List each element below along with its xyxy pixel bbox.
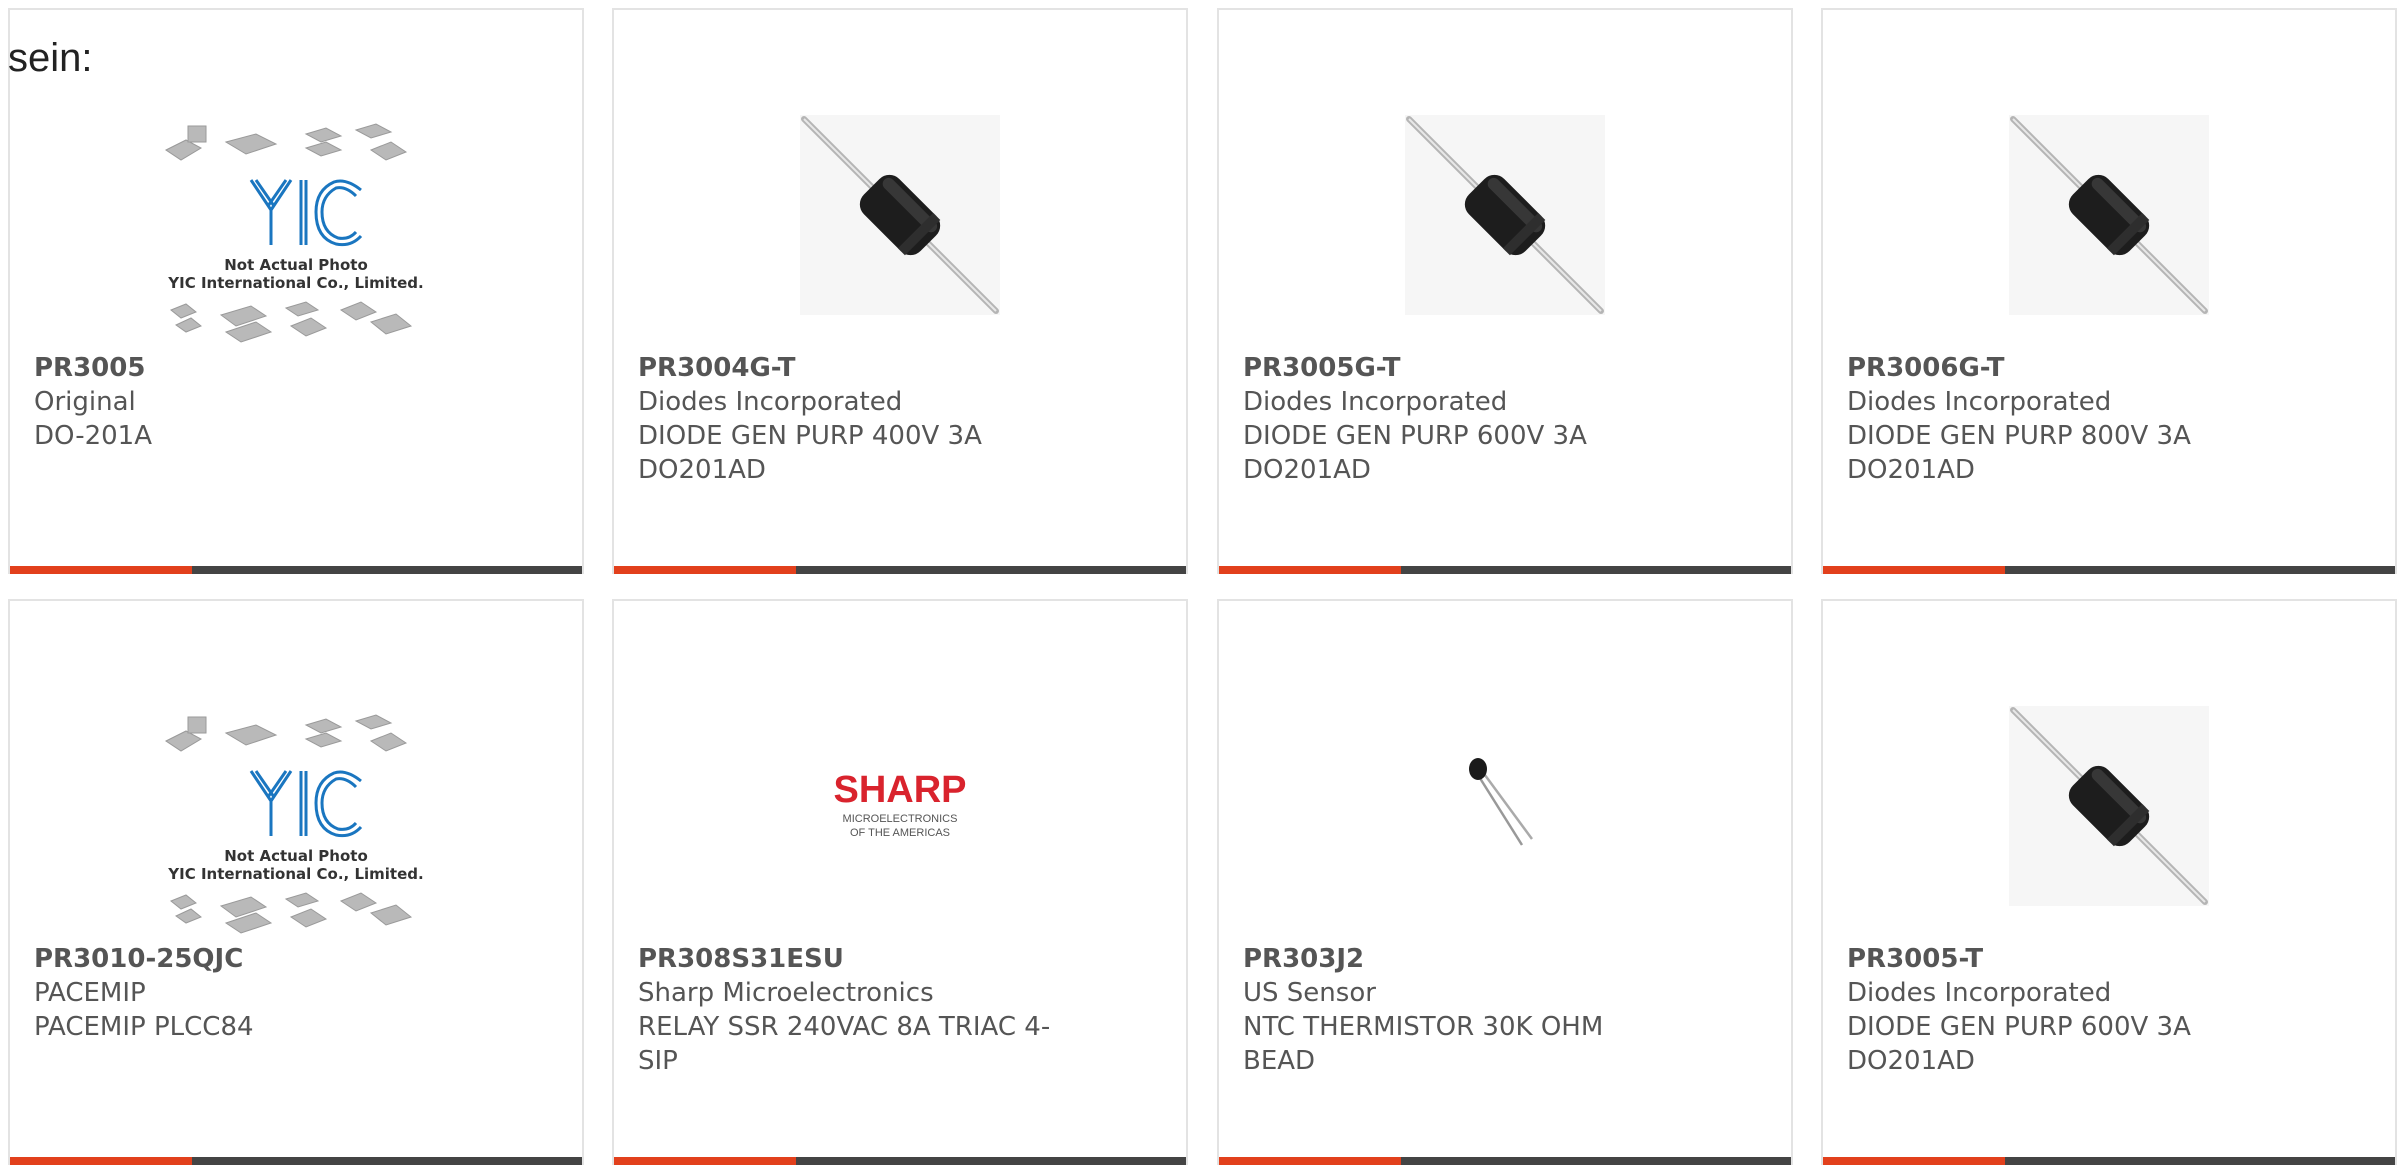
part-number[interactable]: PR303J2: [1243, 942, 1683, 976]
yic-placeholder-image: Not Actual Photo YIC International Co., …: [165, 123, 424, 343]
product-card[interactable]: PR303J2 US Sensor NTC THERMISTOR 30K OHM BE…: [1217, 599, 1793, 1165]
part-number[interactable]: PR308S31ESU: [638, 942, 1078, 976]
description: DO201AD: [638, 455, 766, 485]
product-grid: Not Actual Photo YIC International Co., …: [0, 0, 2400, 1165]
description: DO201AD: [1243, 455, 1371, 485]
description: PACEMIP PLCC84: [34, 1012, 254, 1042]
product-info: PR3005G-T Diodes Incorporated DIODE GEN PU…: [1243, 351, 1683, 487]
card-bottom-bar: [10, 566, 582, 574]
description: DIODE GEN PURP 600V 3A: [1243, 421, 1587, 451]
product-info: PR3005 Original DO-201A: [34, 351, 474, 453]
product-info: PR3005-T Diodes Incorporated DIODE GEN PUR…: [1847, 942, 2287, 1078]
card-bottom-bar: [1823, 1157, 2395, 1165]
yic-caption-1: Not Actual Photo: [224, 256, 368, 274]
description: BEAD: [1243, 1046, 1316, 1076]
axial-diode-photo: [1405, 115, 1605, 315]
card-accent-bar: [1823, 1157, 2005, 1165]
yic-caption-2: YIC International Co., Limited.: [167, 274, 423, 292]
yic-caption-1: Not Actual Photo: [224, 847, 368, 865]
axial-diode-photo: [2009, 706, 2209, 906]
manufacturer: Diodes Incorporated: [1243, 387, 1508, 417]
product-image[interactable]: Not Actual Photo YIC International Co., …: [10, 100, 582, 390]
manufacturer: Diodes Incorporated: [1847, 387, 2112, 417]
svg-text:MICROELECTRONICS: MICROELECTRONICS: [843, 813, 958, 825]
manufacturer: Sharp Microelectronics: [638, 978, 934, 1008]
part-number[interactable]: PR3006G-T: [1847, 351, 2287, 385]
description: DO-201A: [34, 421, 153, 451]
manufacturer: US Sensor: [1243, 978, 1376, 1008]
product-info: PR3006G-T Diodes Incorporated DIODE GEN PU…: [1847, 351, 2287, 487]
card-accent-bar: [10, 1157, 192, 1165]
product-card[interactable]: SHARP MICROELECTRONICS OF THE AMERICAS P…: [612, 599, 1188, 1165]
product-info: PR303J2 US Sensor NTC THERMISTOR 30K OHM BE…: [1243, 942, 1683, 1078]
axial-diode-photo: [2009, 115, 2209, 315]
card-bottom-bar: [1823, 566, 2395, 574]
card-accent-bar: [614, 1157, 796, 1165]
product-image[interactable]: [1219, 661, 1791, 951]
manufacturer: Diodes Incorporated: [638, 387, 903, 417]
svg-text:SHARP: SHARP: [833, 769, 966, 811]
card-bottom-bar: [1219, 566, 1791, 574]
card-bottom-bar: [10, 1157, 582, 1165]
intro-text: sein:: [8, 36, 93, 80]
card-accent-bar: [1219, 566, 1401, 574]
card-bottom-bar: [614, 566, 1186, 574]
description: DO201AD: [1847, 1046, 1975, 1076]
yic-caption-2: YIC International Co., Limited.: [167, 865, 423, 883]
product-info: PR308S31ESU Sharp Microelectronics RELAY S…: [638, 942, 1078, 1078]
product-card[interactable]: PR3005-T Diodes Incorporated DIODE GEN PUR…: [1821, 599, 2397, 1165]
product-image[interactable]: [1823, 70, 2395, 360]
description: DIODE GEN PURP 400V 3A: [638, 421, 982, 451]
svg-text:OF THE AMERICAS: OF THE AMERICAS: [850, 827, 950, 839]
product-image[interactable]: [614, 70, 1186, 360]
product-card[interactable]: Not Actual Photo YIC International Co., …: [8, 599, 584, 1165]
description: NTC THERMISTOR 30K OHM: [1243, 1012, 1604, 1042]
thermistor-photo: [1469, 758, 1534, 846]
product-card[interactable]: PR3006G-T Diodes Incorporated DIODE GEN PU…: [1821, 8, 2397, 574]
product-card[interactable]: PR3005G-T Diodes Incorporated DIODE GEN PU…: [1217, 8, 1793, 574]
card-accent-bar: [10, 566, 192, 574]
description: DIODE GEN PURP 600V 3A: [1847, 1012, 2191, 1042]
manufacturer: Diodes Incorporated: [1847, 978, 2112, 1008]
product-image[interactable]: [1823, 661, 2395, 951]
description: DIODE GEN PURP 800V 3A: [1847, 421, 2191, 451]
card-accent-bar: [614, 566, 796, 574]
card-bottom-bar: [1219, 1157, 1791, 1165]
product-info: PR3004G-T Diodes Incorporated DIODE GEN PU…: [638, 351, 1078, 487]
product-image[interactable]: Not Actual Photo YIC International Co., …: [10, 691, 582, 981]
sharp-logo-image: SHARP MICROELECTRONICS OF THE AMERICAS: [833, 769, 966, 839]
product-card[interactable]: Not Actual Photo YIC International Co., …: [8, 8, 584, 574]
part-number[interactable]: PR3004G-T: [638, 351, 1078, 385]
description: SIP: [638, 1046, 678, 1076]
card-accent-bar: [1823, 566, 2005, 574]
product-info: PR3010-25QJC PACEMIP PACEMIP PLCC84: [34, 942, 474, 1044]
part-number[interactable]: PR3010-25QJC: [34, 942, 474, 976]
description: RELAY SSR 240VAC 8A TRIAC 4-: [638, 1012, 1051, 1042]
card-accent-bar: [1219, 1157, 1401, 1165]
manufacturer: Original: [34, 387, 136, 417]
part-number[interactable]: PR3005-T: [1847, 942, 2287, 976]
part-number[interactable]: PR3005G-T: [1243, 351, 1683, 385]
card-bottom-bar: [614, 1157, 1186, 1165]
yic-placeholder-image: Not Actual Photo YIC International Co., …: [165, 714, 424, 934]
description: DO201AD: [1847, 455, 1975, 485]
product-image[interactable]: SHARP MICROELECTRONICS OF THE AMERICAS: [614, 661, 1186, 951]
part-number[interactable]: PR3005: [34, 351, 474, 385]
product-image[interactable]: [1219, 70, 1791, 360]
manufacturer: PACEMIP: [34, 978, 146, 1008]
product-card[interactable]: PR3004G-T Diodes Incorporated DIODE GEN PU…: [612, 8, 1188, 574]
axial-diode-photo: [800, 115, 1000, 315]
